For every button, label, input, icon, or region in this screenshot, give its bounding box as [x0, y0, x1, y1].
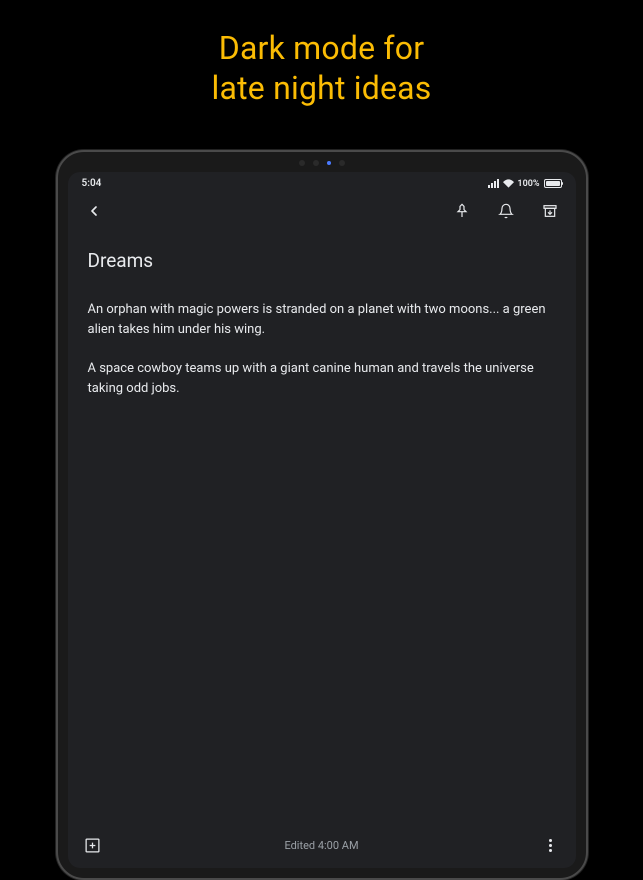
signal-icon: [488, 179, 499, 188]
note-content[interactable]: Dreams An orphan with magic powers is st…: [68, 235, 576, 826]
promo-line-1: Dark mode for: [0, 28, 643, 68]
status-indicators: 100%: [488, 179, 561, 189]
edited-timestamp: Edited 4:00 AM: [284, 839, 358, 852]
note-paragraph-2: A space cowboy teams up with a giant can…: [88, 359, 556, 398]
more-vertical-icon: [549, 839, 552, 852]
battery-percent: 100%: [517, 179, 539, 189]
tablet-frame: 5:04 100%: [56, 150, 588, 880]
reminder-bell-icon[interactable]: [496, 201, 516, 221]
pin-icon[interactable]: [452, 201, 472, 221]
back-button[interactable]: [84, 201, 104, 221]
archive-icon[interactable]: [540, 201, 560, 221]
add-content-button[interactable]: [84, 836, 102, 854]
note-paragraph-1: An orphan with magic powers is stranded …: [88, 300, 556, 339]
bottom-toolbar: Edited 4:00 AM: [68, 826, 576, 868]
app-screen: 5:04 100%: [68, 172, 576, 868]
note-body[interactable]: An orphan with magic powers is stranded …: [88, 300, 556, 398]
status-time: 5:04: [82, 178, 102, 189]
more-options-button[interactable]: [542, 836, 560, 854]
note-title[interactable]: Dreams: [88, 249, 556, 272]
wifi-icon: [503, 179, 514, 188]
tablet-camera-notch: [299, 160, 345, 166]
promo-line-2: late night ideas: [0, 68, 643, 108]
status-bar: 5:04 100%: [68, 172, 576, 191]
app-toolbar: [68, 191, 576, 235]
battery-icon: [544, 179, 562, 188]
promo-heading: Dark mode for late night ideas: [0, 0, 643, 108]
